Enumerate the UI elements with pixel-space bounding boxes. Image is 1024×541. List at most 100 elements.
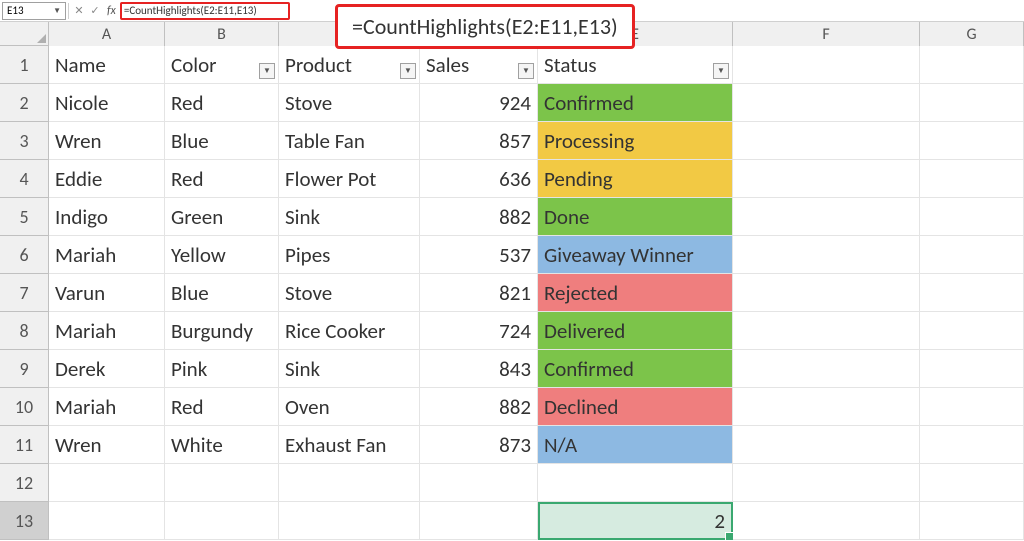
cell-F1[interactable] (733, 46, 920, 84)
cell-E7[interactable]: Rejected (538, 274, 733, 312)
cell-B12[interactable] (165, 464, 279, 502)
cell-A3[interactable]: Wren (49, 122, 165, 160)
cell-D7[interactable]: 821 (420, 274, 538, 312)
cell-B7[interactable]: Blue (165, 274, 279, 312)
row-header-5[interactable]: 5 (0, 198, 49, 236)
cell-B8[interactable]: Burgundy (165, 312, 279, 350)
cell-D13[interactable] (420, 502, 538, 540)
cell-F9[interactable] (733, 350, 920, 388)
cell-G7[interactable] (920, 274, 1024, 312)
cell-G10[interactable] (920, 388, 1024, 426)
cell-B3[interactable]: Blue (165, 122, 279, 160)
col-header-B[interactable]: B (165, 22, 279, 46)
cell-F6[interactable] (733, 236, 920, 274)
cell-D10[interactable]: 882 (420, 388, 538, 426)
cell-E3[interactable]: Processing (538, 122, 733, 160)
cell-E10[interactable]: Declined (538, 388, 733, 426)
cell-C13[interactable] (279, 502, 420, 540)
cell-F3[interactable] (733, 122, 920, 160)
cell-B10[interactable]: Red (165, 388, 279, 426)
cell-B5[interactable]: Green (165, 198, 279, 236)
cell-B1[interactable]: Color ▼ (165, 46, 279, 84)
filter-icon[interactable]: ▼ (400, 63, 416, 79)
cell-E6[interactable]: Giveaway Winner (538, 236, 733, 274)
formula-input[interactable]: =CountHighlights(E2:E11,E13) (124, 4, 257, 17)
cell-C12[interactable] (279, 464, 420, 502)
cell-E11[interactable]: N/A (538, 426, 733, 464)
cell-D12[interactable] (420, 464, 538, 502)
row-header-11[interactable]: 11 (0, 426, 49, 464)
cell-D6[interactable]: 537 (420, 236, 538, 274)
cell-D4[interactable]: 636 (420, 160, 538, 198)
cell-C1[interactable]: Product ▼ (279, 46, 420, 84)
row-header-9[interactable]: 9 (0, 350, 49, 388)
row-header-4[interactable]: 4 (0, 160, 49, 198)
row-header-3[interactable]: 3 (0, 122, 49, 160)
cell-F10[interactable] (733, 388, 920, 426)
cell-C3[interactable]: Table Fan (279, 122, 420, 160)
cell-C11[interactable]: Exhaust Fan (279, 426, 420, 464)
cell-A12[interactable] (49, 464, 165, 502)
cell-E13[interactable]: 2 (538, 502, 733, 540)
cell-E12[interactable] (538, 464, 733, 502)
cell-A10[interactable]: Mariah (49, 388, 165, 426)
cell-G9[interactable] (920, 350, 1024, 388)
check-icon[interactable]: ✓ (87, 3, 103, 19)
cell-A8[interactable]: Mariah (49, 312, 165, 350)
cell-B6[interactable]: Yellow (165, 236, 279, 274)
cell-B11[interactable]: White (165, 426, 279, 464)
cell-D5[interactable]: 882 (420, 198, 538, 236)
cell-A1[interactable]: Name (49, 46, 165, 84)
cell-C6[interactable]: Pipes (279, 236, 420, 274)
row-header-12[interactable]: 12 (0, 464, 49, 502)
filter-icon[interactable]: ▼ (713, 63, 729, 79)
cell-D9[interactable]: 843 (420, 350, 538, 388)
cell-G6[interactable] (920, 236, 1024, 274)
cell-B13[interactable] (165, 502, 279, 540)
cell-E5[interactable]: Done (538, 198, 733, 236)
cell-C4[interactable]: Flower Pot (279, 160, 420, 198)
cancel-icon[interactable]: ✕ (71, 3, 87, 19)
cell-E2[interactable]: Confirmed (538, 84, 733, 122)
cell-F8[interactable] (733, 312, 920, 350)
row-header-6[interactable]: 6 (0, 236, 49, 274)
cell-D2[interactable]: 924 (420, 84, 538, 122)
name-box[interactable]: E13 ▼ (2, 2, 66, 20)
cell-A9[interactable]: Derek (49, 350, 165, 388)
cell-E1[interactable]: Status ▼ (538, 46, 733, 84)
cell-F4[interactable] (733, 160, 920, 198)
cell-C7[interactable]: Stove (279, 274, 420, 312)
cell-C2[interactable]: Stove (279, 84, 420, 122)
cell-A11[interactable]: Wren (49, 426, 165, 464)
row-header-1[interactable]: 1 (0, 46, 49, 84)
cell-F7[interactable] (733, 274, 920, 312)
filter-icon[interactable]: ▼ (259, 63, 275, 79)
cell-F13[interactable] (733, 502, 920, 540)
cell-F11[interactable] (733, 426, 920, 464)
cell-D3[interactable]: 857 (420, 122, 538, 160)
row-header-10[interactable]: 10 (0, 388, 49, 426)
cell-A5[interactable]: Indigo (49, 198, 165, 236)
cell-D11[interactable]: 873 (420, 426, 538, 464)
cell-A7[interactable]: Varun (49, 274, 165, 312)
cell-F12[interactable] (733, 464, 920, 502)
cell-E4[interactable]: Pending (538, 160, 733, 198)
cell-G1[interactable] (920, 46, 1024, 84)
cell-G8[interactable] (920, 312, 1024, 350)
cell-E8[interactable]: Delivered (538, 312, 733, 350)
filter-icon[interactable]: ▼ (518, 63, 534, 79)
cell-A4[interactable]: Eddie (49, 160, 165, 198)
cell-A2[interactable]: Nicole (49, 84, 165, 122)
row-header-7[interactable]: 7 (0, 274, 49, 312)
cell-C8[interactable]: Rice Cooker (279, 312, 420, 350)
cell-D1[interactable]: Sales ▼ (420, 46, 538, 84)
cell-C10[interactable]: Oven (279, 388, 420, 426)
row-header-2[interactable]: 2 (0, 84, 49, 122)
cell-B2[interactable]: Red (165, 84, 279, 122)
cell-G2[interactable] (920, 84, 1024, 122)
cell-E9[interactable]: Confirmed (538, 350, 733, 388)
cell-A13[interactable] (49, 502, 165, 540)
cell-D8[interactable]: 724 (420, 312, 538, 350)
cell-C5[interactable]: Sink (279, 198, 420, 236)
cell-G3[interactable] (920, 122, 1024, 160)
